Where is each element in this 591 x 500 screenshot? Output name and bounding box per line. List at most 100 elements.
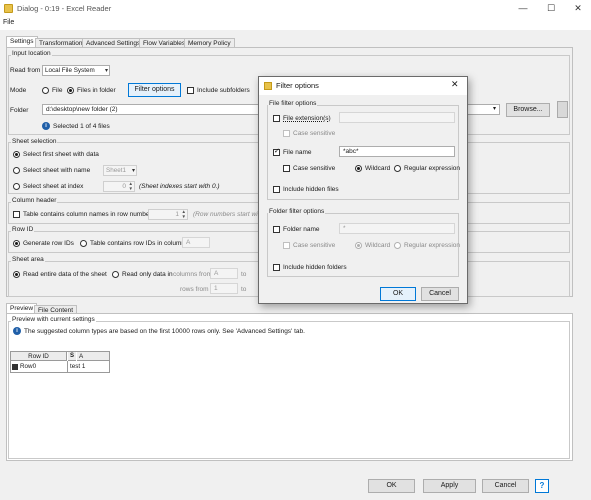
folder-name-label: Folder name (283, 226, 320, 233)
read-from-select[interactable]: Local File System ▾ (42, 65, 110, 76)
file-name-checkbox[interactable] (273, 147, 280, 156)
file-extension-input[interactable] (339, 112, 455, 123)
columns-from-input[interactable]: A (210, 268, 238, 279)
folder-case-sensitive-checkbox[interactable] (283, 242, 290, 249)
dialog-cancel-button[interactable]: Cancel (421, 287, 459, 301)
menu-file[interactable]: File (3, 19, 14, 26)
rows-from-input[interactable]: 1 (210, 283, 238, 294)
preview-group-title: Preview with current settings (11, 316, 96, 323)
include-hidden-files-checkbox[interactable] (273, 186, 280, 193)
name-case-sensitive-checkbox[interactable] (283, 165, 290, 172)
folder-dropdown-icon[interactable]: ▾ (493, 105, 496, 112)
first-sheet-radio[interactable] (13, 151, 20, 158)
folder-name-checkbox[interactable] (273, 226, 280, 233)
dialog-app-icon (264, 82, 272, 90)
contains-column-names-label: Table contains column names in row numbe… (23, 211, 152, 218)
extension-case-sensitive-checkbox[interactable] (283, 130, 290, 137)
rows-from-label: rows from (180, 286, 209, 293)
close-button[interactable]: ✕ (565, 0, 591, 17)
rowid-column-header[interactable]: Row ID (11, 352, 67, 361)
row-id-title: Row ID (11, 226, 35, 233)
cancel-button[interactable]: Cancel (482, 479, 529, 493)
folder-regex-radio[interactable] (394, 242, 401, 249)
folder-name-input[interactable]: * (339, 223, 455, 234)
ok-button[interactable]: OK (368, 479, 415, 493)
include-subfolders-checkbox[interactable] (187, 87, 194, 94)
row-number-note: (Row numbers start with (193, 211, 264, 218)
contains-row-ids-label: Table contains row IDs in column (90, 240, 186, 247)
chevron-down-icon: ▾ (131, 168, 135, 174)
name-case-sensitive-label: Case sensitive (293, 165, 336, 172)
read-from-value: Local File System (45, 67, 95, 74)
help-icon[interactable]: ? (535, 479, 549, 493)
contains-column-names-checkbox[interactable] (13, 211, 20, 218)
table-row-id-cell: Row0 (20, 363, 37, 370)
sheet-index-value: 0 (122, 183, 126, 190)
read-only-radio[interactable] (112, 271, 119, 278)
columns-from-label: columns from (173, 271, 213, 278)
mode-files-in-folder-label: Files in folder (77, 87, 116, 94)
generate-row-ids-radio[interactable] (13, 240, 20, 247)
browse-button[interactable]: Browse... (506, 103, 550, 117)
string-type-badge: S (68, 352, 76, 361)
sheet-name-value: Sheet1 (106, 167, 126, 174)
folder-wildcard-label: Wildcard (365, 242, 391, 249)
header-row-spinner[interactable]: 1 ▲ ▼ (148, 209, 188, 220)
row-id-column-input[interactable]: A (182, 237, 210, 248)
dialog-title: Filter options (276, 81, 319, 90)
sheet-at-index-radio[interactable] (13, 183, 20, 190)
column-a-header[interactable]: A (77, 352, 109, 361)
columns-from-value: A (214, 270, 219, 277)
mode-label: Mode (10, 87, 27, 94)
include-hidden-folders-label: Include hidden folders (283, 264, 347, 271)
sheet-name-select[interactable]: Sheet1 ▾ (103, 165, 137, 176)
selected-files-info: Selected 1 of 4 files (53, 123, 110, 130)
folder-filter-title: Folder filter options (268, 208, 326, 215)
wildcard-label: Wildcard (365, 165, 391, 172)
flow-variable-icon[interactable] (557, 101, 568, 118)
include-hidden-folders-checkbox[interactable] (273, 264, 280, 271)
maximize-button[interactable]: ☐ (538, 0, 564, 17)
header-row-value: 1 (175, 211, 179, 218)
dialog-ok-button[interactable]: OK (380, 287, 416, 301)
menu-bar: File (0, 18, 591, 30)
preview-info-text: The suggested column types are based on … (24, 328, 305, 335)
sheet-selection-title: Sheet selection (11, 138, 58, 145)
file-filter-title: File filter options (268, 100, 318, 107)
minimize-button[interactable]: — (510, 0, 536, 17)
folder-name-value: * (343, 225, 346, 232)
mode-file-radio[interactable] (42, 87, 49, 94)
filter-options-button[interactable]: Filter options (128, 83, 181, 97)
regex-radio[interactable] (394, 165, 401, 172)
mode-files-in-folder-radio[interactable] (67, 87, 74, 94)
sheet-with-name-radio[interactable] (13, 167, 20, 174)
dialog-close-button[interactable]: ✕ (451, 79, 459, 90)
filter-options-dialog: Filter options ✕ File filter options Fil… (258, 76, 468, 304)
first-sheet-label: Select first sheet with data (23, 151, 99, 158)
regex-label: Regular expression (404, 165, 461, 172)
contains-row-ids-radio[interactable] (80, 240, 87, 247)
wildcard-radio[interactable] (355, 165, 362, 172)
row-marker-icon (12, 364, 18, 370)
file-extension-checkbox[interactable] (273, 115, 280, 122)
input-location-title: Input location (11, 50, 52, 57)
sheet-area-title: Sheet area (11, 256, 45, 263)
window-title: Dialog - 0:19 - Excel Reader (17, 4, 112, 13)
read-entire-radio[interactable] (13, 271, 20, 278)
rows-from-value: 1 (214, 285, 218, 292)
extension-case-sensitive-label: Case sensitive (293, 130, 336, 137)
sheet-index-spinner[interactable]: 0 ▲ ▼ (103, 181, 135, 192)
folder-wildcard-radio[interactable] (355, 242, 362, 249)
chevron-down-icon: ▾ (104, 68, 108, 74)
apply-button[interactable]: Apply (423, 479, 476, 493)
title-bar: Dialog - 0:19 - Excel Reader — ☐ ✕ (0, 0, 591, 18)
rows-to-label: to (241, 286, 247, 293)
info-icon: i (42, 122, 50, 130)
dialog-title-bar: Filter options ✕ (259, 77, 467, 95)
file-name-label: File name (283, 149, 312, 156)
table-cell-a: test 1 (70, 363, 86, 370)
file-name-input[interactable]: *abc* (339, 146, 455, 157)
generate-row-ids-label: Generate row IDs (23, 240, 74, 247)
spinner-arrows-icon: ▲ ▼ (181, 209, 186, 219)
sheet-with-name-label: Select sheet with name (23, 167, 91, 174)
